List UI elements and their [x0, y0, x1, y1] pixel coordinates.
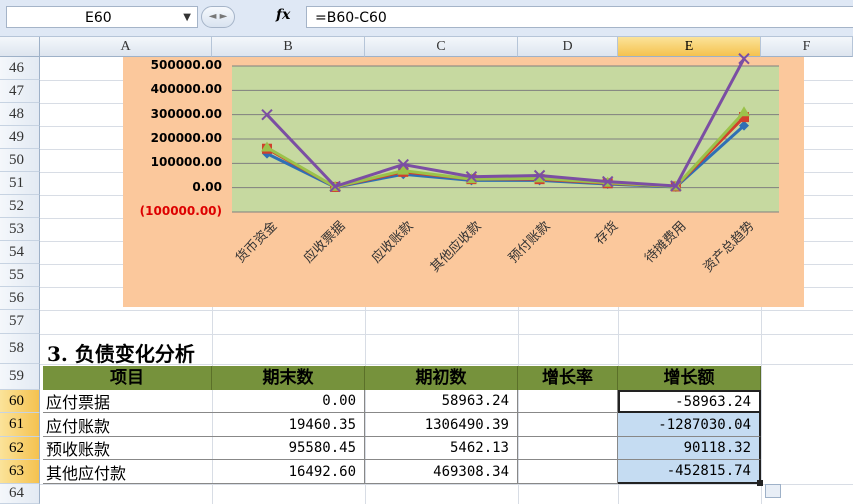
cell-start[interactable]: 469308.34	[365, 460, 518, 484]
row-header[interactable]: 58	[0, 334, 40, 364]
plot-area	[232, 66, 779, 212]
formula-expand-button[interactable]: ◄ ►	[201, 6, 235, 28]
cell-rate[interactable]	[518, 437, 618, 460]
row-header[interactable]: 54	[0, 241, 40, 264]
row-header[interactable]: 63	[0, 460, 40, 484]
select-all-corner[interactable]	[0, 37, 40, 57]
row-header[interactable]: 53	[0, 218, 40, 241]
name-box-value: E60	[85, 10, 112, 26]
row-header[interactable]: 48	[0, 103, 40, 126]
fill-handle[interactable]	[757, 480, 763, 486]
cell-item[interactable]: 应付票据	[43, 390, 212, 413]
cell-end[interactable]: 95580.45	[212, 437, 365, 460]
column-header-a[interactable]: A	[40, 37, 212, 57]
cell-start[interactable]: 5462.13	[365, 437, 518, 460]
grid-line	[40, 484, 853, 485]
y-tick-label: (100000.00)	[139, 204, 222, 218]
cell-end[interactable]: 0.00	[212, 390, 365, 413]
cell-rate[interactable]	[518, 460, 618, 484]
cell-end[interactable]: 16492.60	[212, 460, 365, 484]
insert-function-icon[interactable]: fx	[276, 7, 290, 23]
row-header[interactable]: 47	[0, 80, 40, 103]
cell-rate[interactable]	[518, 390, 618, 413]
cell-delta-active[interactable]: -58963.24	[618, 390, 761, 413]
table-header-item: 项目	[43, 366, 212, 390]
row-header[interactable]: 52	[0, 195, 40, 218]
cell-end[interactable]: 19460.35	[212, 413, 365, 437]
section-title: 3. 负债变化分析	[47, 342, 195, 366]
row-header[interactable]: 61	[0, 413, 40, 437]
y-tick-label: 300000.00	[150, 106, 222, 121]
column-header-b[interactable]: B	[212, 37, 365, 57]
table-header-rate: 增长率	[518, 366, 618, 390]
table-header-start: 期初数	[365, 366, 518, 390]
column-header-f[interactable]: F	[761, 37, 853, 57]
row-header[interactable]: 56	[0, 287, 40, 310]
row-header[interactable]: 62	[0, 437, 40, 460]
cell-delta[interactable]: -1287030.04	[618, 413, 761, 437]
cell-item[interactable]: 预收账款	[43, 437, 212, 460]
formula-bar: E60 ▼ ◄ ► fx =B60-C60	[0, 0, 853, 37]
y-tick-label: 500000.00	[150, 58, 222, 72]
chevron-down-icon[interactable]: ▼	[183, 7, 191, 29]
row-header[interactable]: 46	[0, 57, 40, 80]
cell-item[interactable]: 其他应付款	[43, 460, 212, 484]
cell-delta[interactable]: -452815.74	[618, 460, 761, 484]
row-header[interactable]: 64	[0, 484, 40, 504]
row-header[interactable]: 60	[0, 390, 40, 413]
row-header[interactable]: 59	[0, 364, 40, 390]
table-header-end: 期末数	[212, 366, 365, 390]
grid-line	[40, 334, 853, 335]
cell-start[interactable]: 1306490.39	[365, 413, 518, 437]
cell-delta[interactable]: 90118.32	[618, 437, 761, 460]
row-header[interactable]: 51	[0, 172, 40, 195]
y-tick-label: 400000.00	[150, 82, 222, 97]
cell-item[interactable]: 应付账款	[43, 413, 212, 437]
y-tick-label: 200000.00	[150, 131, 222, 145]
column-header-d[interactable]: D	[518, 37, 618, 57]
row-header[interactable]: 55	[0, 264, 40, 287]
y-tick-label: 0.00	[192, 179, 222, 194]
table-header-delta: 增长额	[618, 366, 761, 390]
row-header[interactable]: 50	[0, 149, 40, 172]
y-tick-label: 100000.00	[150, 155, 222, 170]
column-header-c[interactable]: C	[365, 37, 518, 57]
grid-line	[40, 310, 853, 311]
cell-rate[interactable]	[518, 413, 618, 437]
name-box[interactable]: E60 ▼	[6, 6, 198, 28]
cell-start[interactable]: 58963.24	[365, 390, 518, 413]
row-header[interactable]: 49	[0, 126, 40, 149]
paste-options-icon[interactable]	[765, 484, 781, 498]
row-header[interactable]: 57	[0, 310, 40, 334]
formula-input[interactable]: =B60-C60	[306, 6, 853, 28]
column-header-e[interactable]: E	[618, 37, 761, 57]
